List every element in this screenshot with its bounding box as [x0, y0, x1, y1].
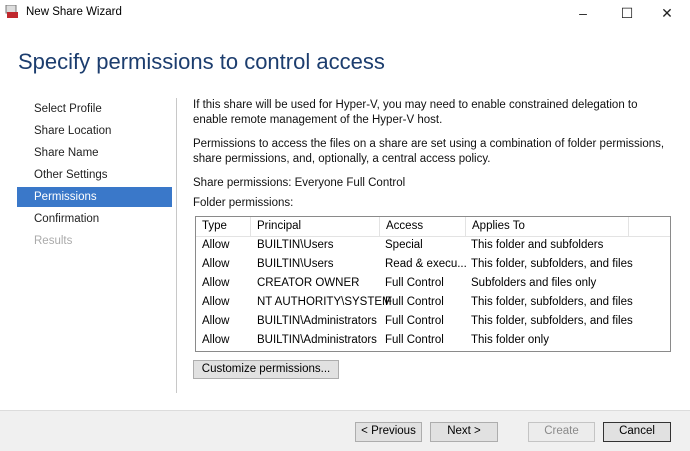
column-header-applies-to[interactable]: Applies To: [466, 217, 629, 236]
window-title: New Share Wizard: [26, 6, 122, 18]
cell-principal: BUILTIN\Administrators: [257, 315, 377, 327]
folder-permissions-table[interactable]: Type Principal Access Applies To Allow BU…: [195, 216, 671, 352]
cell-principal: BUILTIN\Administrators: [257, 334, 377, 346]
title-bar: New Share Wizard – ☐ ✕: [0, 0, 690, 26]
cell-applies-to: This folder, subfolders, and files: [471, 296, 633, 308]
customize-permissions-button[interactable]: Customize permissions...: [193, 360, 339, 379]
create-button: Create: [528, 422, 595, 442]
cell-type: Allow: [202, 296, 230, 308]
folder-permissions-label: Folder permissions:: [193, 197, 294, 209]
table-header: Type Principal Access Applies To: [196, 217, 670, 237]
cell-type: Allow: [202, 239, 230, 251]
permissions-note: Permissions to access the files on a sha…: [193, 138, 665, 165]
table-row[interactable]: Allow BUILTIN\Users Read & execu... This fo…: [196, 255, 670, 274]
cell-type: Allow: [202, 334, 230, 346]
cell-access: Read & execu...: [385, 258, 467, 270]
table-row[interactable]: Allow NT AUTHORITY\SYSTEM Full Control This…: [196, 293, 670, 312]
cell-principal: NT AUTHORITY\SYSTEM: [257, 296, 392, 308]
cell-access: Full Control: [385, 315, 444, 327]
cell-access: Full Control: [385, 296, 444, 308]
cell-principal: CREATOR OWNER: [257, 277, 360, 289]
hyperv-note: If this share will be used for Hyper-V, …: [193, 99, 638, 126]
cell-access: Full Control: [385, 334, 444, 346]
share-permissions: Share permissions: Everyone Full Control: [193, 177, 406, 189]
cell-principal: BUILTIN\Users: [257, 239, 334, 251]
cell-applies-to: This folder, subfolders, and files: [471, 258, 633, 270]
divider: [176, 98, 177, 393]
cell-type: Allow: [202, 277, 230, 289]
nav-item-permissions[interactable]: Permissions: [17, 187, 172, 207]
nav-item-other-settings[interactable]: Other Settings: [17, 165, 172, 185]
nav-item-results: Results: [34, 235, 73, 247]
close-button[interactable]: ✕: [644, 3, 690, 23]
cancel-button[interactable]: Cancel: [603, 422, 671, 442]
cell-type: Allow: [202, 315, 230, 327]
cell-applies-to: This folder only: [471, 334, 549, 346]
table-row[interactable]: Allow BUILTIN\Users Special This folder and…: [196, 236, 670, 255]
nav-item-share-name[interactable]: Share Name: [17, 143, 172, 163]
nav-item-select-profile[interactable]: Select Profile: [17, 99, 172, 119]
column-header-access[interactable]: Access: [380, 217, 466, 236]
table-row[interactable]: Allow BUILTIN\Administrators Full Control T…: [196, 312, 670, 331]
cell-principal: BUILTIN\Users: [257, 258, 334, 270]
next-button[interactable]: Next >: [430, 422, 498, 442]
table-row[interactable]: Allow CREATOR OWNER Full Control Subfolders…: [196, 274, 670, 293]
cell-type: Allow: [202, 258, 230, 270]
cell-access: Special: [385, 239, 423, 251]
share-wizard-icon: [5, 5, 18, 18]
nav-item-confirmation[interactable]: Confirmation: [17, 209, 172, 229]
cell-access: Full Control: [385, 277, 444, 289]
nav-item-share-location[interactable]: Share Location: [17, 121, 172, 141]
previous-button[interactable]: < Previous: [355, 422, 422, 442]
cell-applies-to: Subfolders and files only: [471, 277, 597, 289]
page-title: Specify permissions to control access: [18, 49, 385, 74]
column-header-type[interactable]: Type: [196, 217, 251, 236]
column-header-principal[interactable]: Principal: [251, 217, 380, 236]
table-row[interactable]: Allow BUILTIN\Administrators Full Control T…: [196, 331, 670, 350]
minimize-button[interactable]: –: [560, 3, 606, 23]
cell-applies-to: This folder and subfolders: [471, 239, 604, 251]
cell-applies-to: This folder, subfolders, and files: [471, 315, 633, 327]
